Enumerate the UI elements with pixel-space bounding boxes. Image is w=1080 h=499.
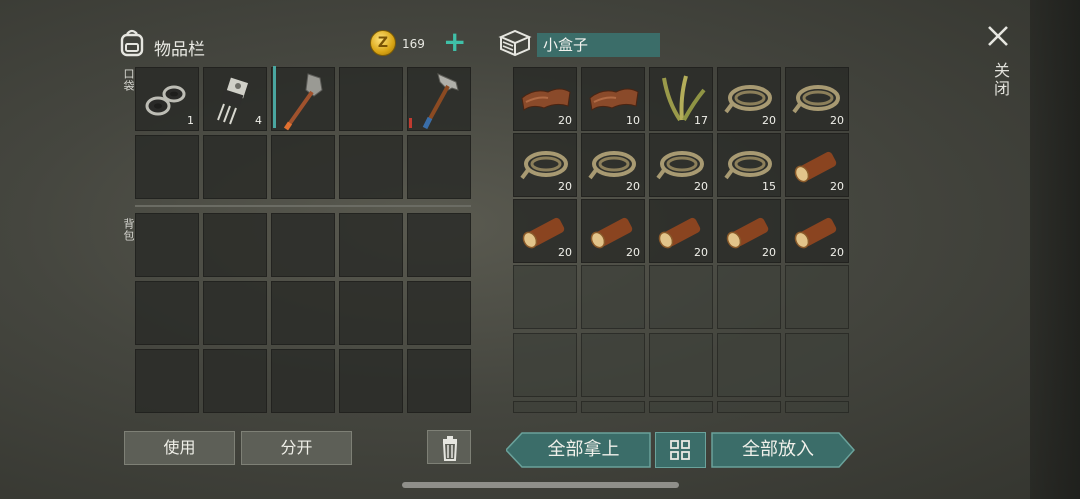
item-count: 20	[558, 180, 572, 193]
container-slot[interactable]	[513, 401, 577, 413]
container-slot[interactable]: 20	[717, 67, 781, 131]
pocket-slot[interactable]	[271, 66, 335, 131]
backpack-slot[interactable]	[339, 281, 403, 345]
container-slot[interactable]: 20	[581, 199, 645, 263]
pocket-slot[interactable]	[271, 135, 335, 199]
box-icon	[497, 27, 533, 59]
pocket-slot[interactable]: 4	[203, 67, 267, 131]
section-divider	[135, 205, 471, 207]
pocket-slot[interactable]	[339, 135, 403, 199]
container-slot[interactable]	[717, 401, 781, 413]
container-slot[interactable]	[717, 265, 781, 329]
container-slot[interactable]	[649, 333, 713, 397]
item-count: 20	[762, 114, 776, 127]
pocket-slot[interactable]	[407, 135, 471, 199]
item-count: 20	[694, 246, 708, 259]
take-all-label: 全部拿上	[547, 439, 620, 460]
item-count: 20	[694, 180, 708, 193]
home-indicator[interactable]	[402, 482, 679, 488]
container-slot[interactable]: 20	[785, 133, 849, 197]
container-slot[interactable]: 20	[513, 133, 577, 197]
item-count: 17	[694, 114, 708, 127]
grid-icon	[670, 440, 690, 460]
backpack-slot[interactable]	[135, 281, 199, 345]
container-slot[interactable]	[513, 265, 577, 329]
container-slot[interactable]	[785, 333, 849, 397]
container-slot[interactable]: 20	[513, 67, 577, 131]
pocket-slot[interactable]	[339, 67, 403, 131]
item-count: 20	[558, 114, 572, 127]
item-count: 10	[626, 114, 640, 127]
container-slot[interactable]: 15	[717, 133, 781, 197]
backpack-slot[interactable]	[135, 213, 199, 277]
backpack-slot[interactable]	[339, 349, 403, 413]
close-label[interactable]: 关闭	[988, 62, 1012, 98]
item-count: 20	[762, 246, 776, 259]
container-slot[interactable]	[649, 265, 713, 329]
container-slot[interactable]: 20	[785, 199, 849, 263]
container-slot[interactable]: 20	[649, 199, 713, 263]
shovel-icon	[283, 73, 323, 131]
item-count: 1	[187, 114, 194, 127]
backpack-slot[interactable]	[407, 281, 471, 345]
backpack-label: 背包	[122, 218, 135, 242]
item-count: 20	[558, 246, 572, 259]
pocket-label: 口袋	[122, 68, 135, 92]
put-all-label: 全部放入	[742, 439, 814, 460]
right-shade	[1030, 0, 1080, 499]
gold-count: 169	[402, 37, 425, 51]
backpack-icon	[116, 26, 148, 58]
container-slot[interactable]: 20	[513, 199, 577, 263]
pocket-slot[interactable]	[407, 67, 471, 131]
backpack-slot[interactable]	[339, 213, 403, 277]
close-icon[interactable]	[986, 24, 1010, 48]
plus-icon[interactable]: +	[443, 28, 466, 56]
backpack-slot[interactable]	[407, 213, 471, 277]
backpack-slot[interactable]	[135, 349, 199, 413]
container-slot[interactable]: 17	[649, 67, 713, 131]
backpack-slot[interactable]	[271, 281, 335, 345]
pocket-slot[interactable]	[135, 135, 199, 199]
use-button[interactable]: 使用	[124, 431, 235, 465]
container-slot[interactable]: 20	[581, 133, 645, 197]
backpack-slot[interactable]	[271, 349, 335, 413]
backpack-slot[interactable]	[203, 281, 267, 345]
sort-button[interactable]	[655, 432, 706, 468]
item-count: 20	[830, 180, 844, 193]
container-slot[interactable]: 20	[717, 199, 781, 263]
pocket-slot[interactable]: 1	[135, 67, 199, 131]
item-count: 20	[830, 246, 844, 259]
container-slot[interactable]	[785, 401, 849, 413]
pocket-slot[interactable]	[203, 135, 267, 199]
item-count: 20	[830, 114, 844, 127]
item-count: 15	[762, 180, 776, 193]
container-slot[interactable]	[717, 333, 781, 397]
container-slot[interactable]: 20	[649, 133, 713, 197]
container-slot[interactable]	[513, 333, 577, 397]
container-slot[interactable]: 20	[785, 67, 849, 131]
backpack-slot[interactable]	[407, 349, 471, 413]
take-all-button[interactable]: 全部拿上	[506, 432, 651, 468]
container-slot[interactable]: 10	[581, 67, 645, 131]
item-count: 20	[626, 180, 640, 193]
trash-button[interactable]	[427, 430, 471, 464]
container-slot[interactable]	[649, 401, 713, 413]
container-slot[interactable]	[785, 265, 849, 329]
container-slot[interactable]	[581, 401, 645, 413]
hammer-icon	[422, 73, 459, 130]
inventory-title: 物品栏	[154, 40, 205, 60]
backpack-slot[interactable]	[271, 213, 335, 277]
split-button[interactable]: 分开	[241, 431, 352, 465]
container-slot[interactable]	[581, 265, 645, 329]
container-title: 小盒子	[537, 33, 660, 57]
item-count: 20	[626, 246, 640, 259]
trash-icon	[442, 436, 458, 461]
put-all-button[interactable]: 全部放入	[711, 432, 855, 468]
container-slot[interactable]	[581, 333, 645, 397]
backpack-slot[interactable]	[203, 213, 267, 277]
backpack-slot[interactable]	[203, 349, 267, 413]
item-count: 4	[255, 114, 262, 127]
coin-icon	[370, 30, 396, 56]
